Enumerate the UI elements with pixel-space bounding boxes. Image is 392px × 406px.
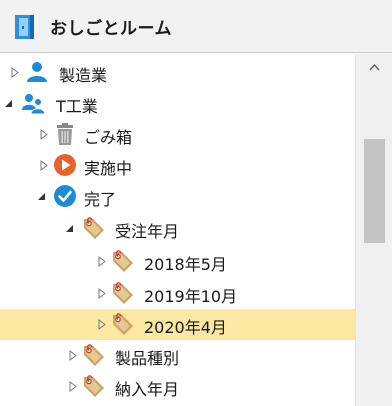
app-header: おしごとルーム: [0, 0, 392, 53]
tree-item-trash[interactable]: ごみ箱: [0, 119, 355, 150]
expand-arrow-icon[interactable]: [68, 381, 78, 392]
tag-icon: [113, 250, 133, 272]
collapse-arrow-icon[interactable]: [65, 223, 75, 234]
check-circle-icon: [54, 185, 76, 207]
tree-item-label: T工業: [56, 97, 98, 116]
people-icon: [22, 94, 46, 115]
tree-item-product-type[interactable]: 製品種別: [0, 340, 355, 371]
trash-icon: [57, 123, 73, 145]
play-circle-icon: [54, 154, 76, 176]
tree-item-order-month[interactable]: 受注年月: [0, 213, 355, 244]
expand-arrow-icon[interactable]: [97, 288, 107, 299]
tag-icon: [113, 282, 133, 304]
tree-item-label: 2018年5月: [144, 255, 227, 274]
tree-item-label: ごみ箱: [84, 128, 133, 147]
tree-item-label: 製造業: [59, 66, 108, 85]
tree-item-label: 製品種別: [115, 349, 180, 368]
expand-arrow-icon[interactable]: [39, 160, 49, 171]
tree-item-label: 実施中: [84, 159, 133, 178]
vertical-scrollbar[interactable]: [355, 54, 392, 406]
tree-item-2020-04[interactable]: 2020年4月: [0, 309, 355, 340]
expand-arrow-icon[interactable]: [97, 319, 107, 330]
tag-icon: [84, 217, 104, 239]
tree-item-label: 2020年4月: [144, 318, 227, 337]
expand-arrow-icon[interactable]: [97, 256, 107, 267]
collapse-arrow-icon[interactable]: [37, 191, 47, 202]
tree-item-label: 納入年月: [115, 380, 180, 399]
tree-item-label: 2019年10月: [144, 287, 238, 306]
expand-arrow-icon[interactable]: [68, 350, 78, 361]
tree-item-label: 完了: [84, 190, 117, 209]
tree-item-delivery-month[interactable]: 納入年月: [0, 371, 355, 402]
room-door-icon: [15, 15, 34, 39]
tag-icon: [113, 313, 133, 335]
tag-icon: [84, 344, 104, 366]
tree-item-t-kougyou[interactable]: T工業: [0, 88, 355, 119]
expand-arrow-icon[interactable]: [10, 67, 20, 78]
scroll-up-arrow-icon[interactable]: [369, 64, 380, 71]
folder-tree: 製造業 T工業 ごみ箱 実施中 完了 受注年月 2018年5月 2019年10月…: [0, 54, 355, 406]
collapse-arrow-icon[interactable]: [4, 98, 14, 109]
scrollbar-thumb[interactable]: [364, 139, 385, 243]
tag-icon: [84, 375, 104, 397]
tree-item-completed[interactable]: 完了: [0, 181, 355, 212]
tree-item-seizougyou[interactable]: 製造業: [0, 57, 355, 88]
expand-arrow-icon[interactable]: [39, 129, 49, 140]
tree-item-in-progress[interactable]: 実施中: [0, 150, 355, 181]
tree-item-2018-05[interactable]: 2018年5月: [0, 246, 355, 277]
app-title: おしごとルーム: [50, 19, 172, 39]
person-icon: [27, 62, 47, 82]
tree-item-2019-10[interactable]: 2019年10月: [0, 278, 355, 309]
tree-item-label: 受注年月: [115, 222, 180, 241]
